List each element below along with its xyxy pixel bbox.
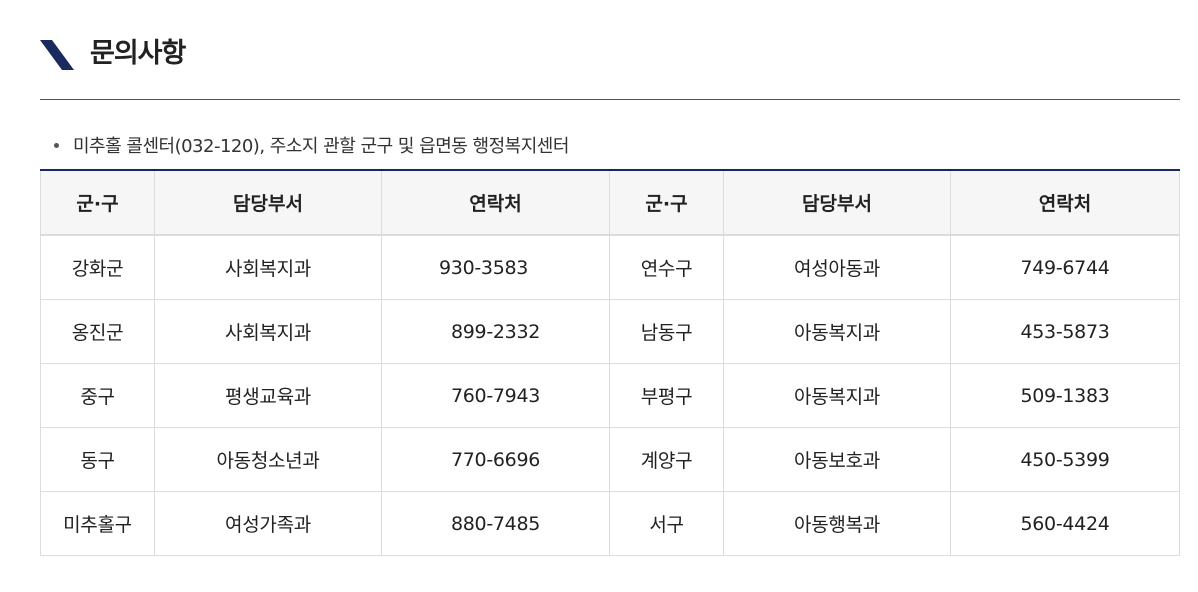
phone-cell: 899-2332 bbox=[381, 299, 610, 364]
department-cell: 평생교육과 bbox=[154, 363, 382, 428]
header-contact: 연락처 bbox=[950, 170, 1180, 236]
phone-cell: 760-7943 bbox=[381, 363, 610, 428]
district-cell: 옹진군 bbox=[40, 299, 155, 364]
phone-cell: 450-5399 bbox=[950, 427, 1180, 492]
page-title: 문의사항 bbox=[90, 38, 186, 69]
notice-item: 미추홀 콜센터(032-120), 주소지 관할 군구 및 읍면동 행정복지센터 bbox=[54, 133, 569, 161]
district-cell: 연수구 bbox=[609, 234, 724, 300]
section-header: 문의사항 bbox=[40, 30, 1180, 100]
phone-cell: 930-3583 bbox=[381, 234, 610, 300]
contact-table: 군·구 담당부서 연락처 군·구 담당부서 연락처 강화군 사회복지과 930-… bbox=[40, 169, 1180, 556]
table-row: 강화군 사회복지과 930-3583 연수구 여성아동과 749-6744 bbox=[40, 234, 1180, 300]
department-cell: 여성가족과 bbox=[154, 491, 382, 556]
header-department: 담당부서 bbox=[723, 170, 951, 236]
phone-cell: 880-7485 bbox=[381, 491, 610, 556]
phone-cell: 560-4424 bbox=[950, 491, 1180, 556]
header-department: 담당부서 bbox=[154, 170, 382, 236]
department-cell: 사회복지과 bbox=[154, 299, 382, 364]
phone-cell: 770-6696 bbox=[381, 427, 610, 492]
district-cell: 계양구 bbox=[609, 427, 724, 492]
table-header-row: 군·구 담당부서 연락처 군·구 담당부서 연락처 bbox=[40, 170, 1180, 236]
department-cell: 아동복지과 bbox=[723, 363, 951, 428]
title-slash-icon bbox=[40, 40, 74, 70]
district-cell: 남동구 bbox=[609, 299, 724, 364]
department-cell: 아동보호과 bbox=[723, 427, 951, 492]
table-row: 중구 평생교육과 760-7943 부평구 아동복지과 509-1383 bbox=[40, 363, 1180, 428]
district-cell: 미추홀구 bbox=[40, 491, 155, 556]
notice-text: 미추홀 콜센터(032-120), 주소지 관할 군구 및 읍면동 행정복지센터 bbox=[73, 136, 569, 157]
district-cell: 동구 bbox=[40, 427, 155, 492]
district-cell: 강화군 bbox=[40, 234, 155, 300]
district-cell: 부평구 bbox=[609, 363, 724, 428]
phone-cell: 453-5873 bbox=[950, 299, 1180, 364]
header-contact: 연락처 bbox=[381, 170, 610, 236]
table-row: 미추홀구 여성가족과 880-7485 서구 아동행복과 560-4424 bbox=[40, 491, 1180, 556]
department-cell: 아동복지과 bbox=[723, 299, 951, 364]
district-cell: 서구 bbox=[609, 491, 724, 556]
header-district: 군·구 bbox=[40, 170, 155, 236]
phone-cell: 509-1383 bbox=[950, 363, 1180, 428]
department-cell: 여성아동과 bbox=[723, 234, 951, 300]
bullet-icon bbox=[54, 142, 59, 148]
department-cell: 아동청소년과 bbox=[154, 427, 382, 492]
table-row: 옹진군 사회복지과 899-2332 남동구 아동복지과 453-5873 bbox=[40, 299, 1180, 364]
table-row: 동구 아동청소년과 770-6696 계양구 아동보호과 450-5399 bbox=[40, 427, 1180, 492]
district-cell: 중구 bbox=[40, 363, 155, 428]
department-cell: 아동행복과 bbox=[723, 491, 951, 556]
header-district: 군·구 bbox=[609, 170, 724, 236]
phone-cell: 749-6744 bbox=[950, 234, 1180, 300]
department-cell: 사회복지과 bbox=[154, 234, 382, 300]
